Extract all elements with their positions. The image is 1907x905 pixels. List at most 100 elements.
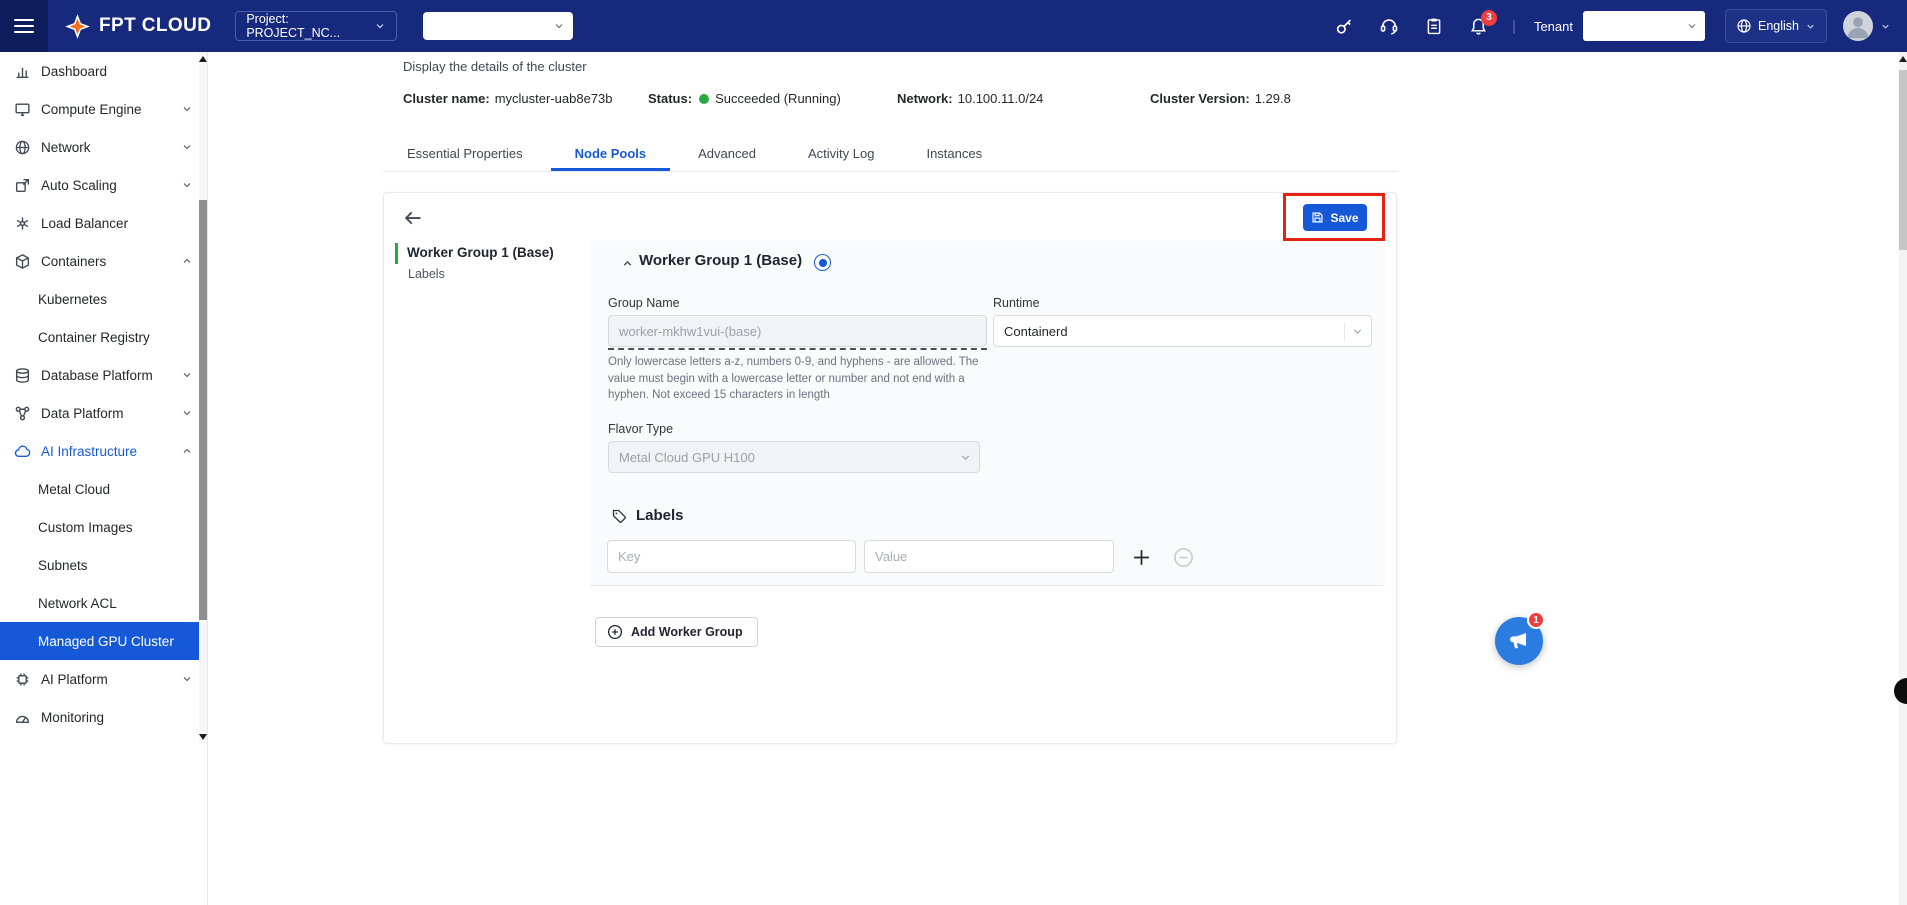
add-worker-group-button[interactable]: Add Worker Group xyxy=(595,617,758,647)
topbar: FPT CLOUD Project: PROJECT_NC... 3 | Ten… xyxy=(0,0,1907,52)
labels-title: Labels xyxy=(636,507,684,524)
label-value-input[interactable] xyxy=(864,540,1114,573)
load-balancer-icon xyxy=(14,215,31,232)
topbar-actions: 3 | Tenant English xyxy=(1308,0,1891,52)
network-value: 10.100.11.0/24 xyxy=(958,91,1044,106)
project-selector-label: Project: PROJECT_NC... xyxy=(246,12,374,40)
language-label: English xyxy=(1758,19,1799,33)
announcements-badge: 1 xyxy=(1527,611,1545,629)
sidebar-item-compute-engine[interactable]: Compute Engine xyxy=(0,90,207,128)
cluster-name-value: mycluster-uab8e73b xyxy=(495,91,613,106)
menu-button[interactable] xyxy=(0,0,48,52)
worker-group-title: Worker Group 1 (Base) xyxy=(639,252,802,269)
tenant-selector[interactable] xyxy=(1583,11,1705,41)
sidebar-item-kubernetes[interactable]: Kubernetes xyxy=(0,280,207,318)
secondary-selector[interactable] xyxy=(423,12,573,40)
fpt-logo-icon xyxy=(64,13,91,40)
tenant-label: Tenant xyxy=(1534,19,1573,34)
auto-scaling-icon xyxy=(14,177,31,194)
sidebar-item-network[interactable]: Network xyxy=(0,128,207,166)
sidebar-item-load-balancer[interactable]: Load Balancer xyxy=(0,204,207,242)
group-name-help-text: Only lowercase letters a-z, numbers 0-9,… xyxy=(608,354,988,404)
scroll-up-arrow[interactable] xyxy=(1899,54,1907,64)
collapse-chevron-up-icon[interactable] xyxy=(621,257,634,270)
back-button[interactable] xyxy=(399,204,427,232)
labels-section-header: Labels xyxy=(611,507,684,524)
chevron-down-icon xyxy=(959,451,972,464)
remove-label-button[interactable] xyxy=(1169,543,1197,571)
cluster-name-field: Cluster name: mycluster-uab8e73b xyxy=(403,91,648,106)
select-divider xyxy=(1344,322,1345,340)
group-name-label: Group Name xyxy=(608,296,680,310)
support-chat-icon[interactable] xyxy=(1379,16,1399,36)
user-avatar xyxy=(1843,11,1873,41)
sidebar-item-data-platform[interactable]: Data Platform xyxy=(0,394,207,432)
sidebar-item-subnets[interactable]: Subnets xyxy=(0,546,207,584)
group-nav-labels-item[interactable]: Labels xyxy=(408,267,445,281)
version-value: 1.29.8 xyxy=(1255,91,1291,106)
group-nav-item[interactable]: Worker Group 1 (Base) xyxy=(407,245,554,260)
cluster-info-row: Cluster name: mycluster-uab8e73b Status:… xyxy=(403,91,1291,106)
sidebar-item-monitoring[interactable]: Monitoring xyxy=(0,698,207,736)
status-badge: Succeeded (Running) xyxy=(715,91,841,106)
language-selector[interactable]: English xyxy=(1725,9,1827,43)
project-selector[interactable]: Project: PROJECT_NC... xyxy=(235,11,397,41)
chevron-down-icon xyxy=(181,673,193,685)
sidebar-item-container-registry[interactable]: Container Registry xyxy=(0,318,207,356)
tab-activity-log[interactable]: Activity Log xyxy=(784,138,898,171)
chevron-down-icon xyxy=(553,20,565,32)
cluster-detail-header: Display the details of the cluster Clust… xyxy=(383,52,1397,172)
tab-node-pools[interactable]: Node Pools xyxy=(551,138,671,171)
chat-widget-partial[interactable] xyxy=(1894,678,1907,704)
sidebar-item-managed-gpu-cluster[interactable]: Managed GPU Cluster xyxy=(0,622,199,660)
save-button[interactable]: Save xyxy=(1303,204,1367,231)
notifications-bell-icon[interactable]: 3 xyxy=(1469,17,1488,36)
sidebar-item-containers[interactable]: Containers xyxy=(0,242,207,280)
chevron-down-icon xyxy=(374,20,386,32)
runtime-label: Runtime xyxy=(993,296,1040,310)
tag-icon xyxy=(611,508,627,524)
sidebar-scrollbar[interactable] xyxy=(199,52,207,744)
group-name-input[interactable] xyxy=(608,315,987,347)
add-label-button[interactable] xyxy=(1127,543,1155,571)
chevron-down-icon xyxy=(181,103,193,115)
page-scrollbar-thumb[interactable] xyxy=(1899,70,1907,250)
flavor-type-select[interactable]: Metal Cloud GPU H100 xyxy=(608,441,980,473)
sidebar-item-ai-platform[interactable]: AI Platform xyxy=(0,660,207,698)
chevron-down-icon xyxy=(1351,325,1364,338)
survey-clipboard-icon[interactable] xyxy=(1425,17,1443,35)
cluster-network-field: Network: 10.100.11.0/24 xyxy=(897,91,1150,106)
sidebar: Dashboard Compute Engine Network Auto Sc… xyxy=(0,52,208,905)
page-scrollbar[interactable] xyxy=(1899,52,1907,905)
globe-icon xyxy=(14,139,31,156)
sidebar-item-database-platform[interactable]: Database Platform xyxy=(0,356,207,394)
key-icon[interactable] xyxy=(1334,17,1353,36)
sidebar-item-network-acl[interactable]: Network ACL xyxy=(0,584,207,622)
tab-advanced[interactable]: Advanced xyxy=(674,138,780,171)
node-pools-card: Save Worker Group 1 (Base) Labels Worker… xyxy=(383,192,1397,744)
sidebar-item-auto-scaling[interactable]: Auto Scaling xyxy=(0,166,207,204)
logo-text: FPT CLOUD xyxy=(99,15,211,37)
database-icon xyxy=(14,367,31,384)
tab-instances[interactable]: Instances xyxy=(902,138,1006,171)
sidebar-scrollbar-thumb[interactable] xyxy=(199,200,207,620)
chevron-down-icon xyxy=(1686,20,1698,32)
runtime-select[interactable]: Containerd xyxy=(993,315,1372,347)
user-menu[interactable] xyxy=(1843,11,1891,41)
scroll-down-arrow[interactable] xyxy=(199,732,207,742)
sidebar-item-custom-images[interactable]: Custom Images xyxy=(0,508,207,546)
label-key-input[interactable] xyxy=(607,540,856,573)
worker-group-panel: Worker Group 1 (Base) Group Name Only lo… xyxy=(590,241,1385,586)
worker-group-radio[interactable] xyxy=(814,254,831,271)
sidebar-item-ai-infrastructure[interactable]: AI Infrastructure xyxy=(0,432,207,470)
notification-badge: 3 xyxy=(1481,10,1497,26)
scroll-up-arrow[interactable] xyxy=(199,54,207,64)
chevron-down-icon xyxy=(181,179,193,191)
chip-icon xyxy=(14,671,31,688)
save-icon xyxy=(1311,211,1324,224)
tab-essential-properties[interactable]: Essential Properties xyxy=(383,138,547,171)
monitor-icon xyxy=(14,101,31,118)
sidebar-item-dashboard[interactable]: Dashboard xyxy=(0,52,207,90)
chevron-down-icon xyxy=(181,407,193,419)
sidebar-item-metal-cloud[interactable]: Metal Cloud xyxy=(0,470,207,508)
